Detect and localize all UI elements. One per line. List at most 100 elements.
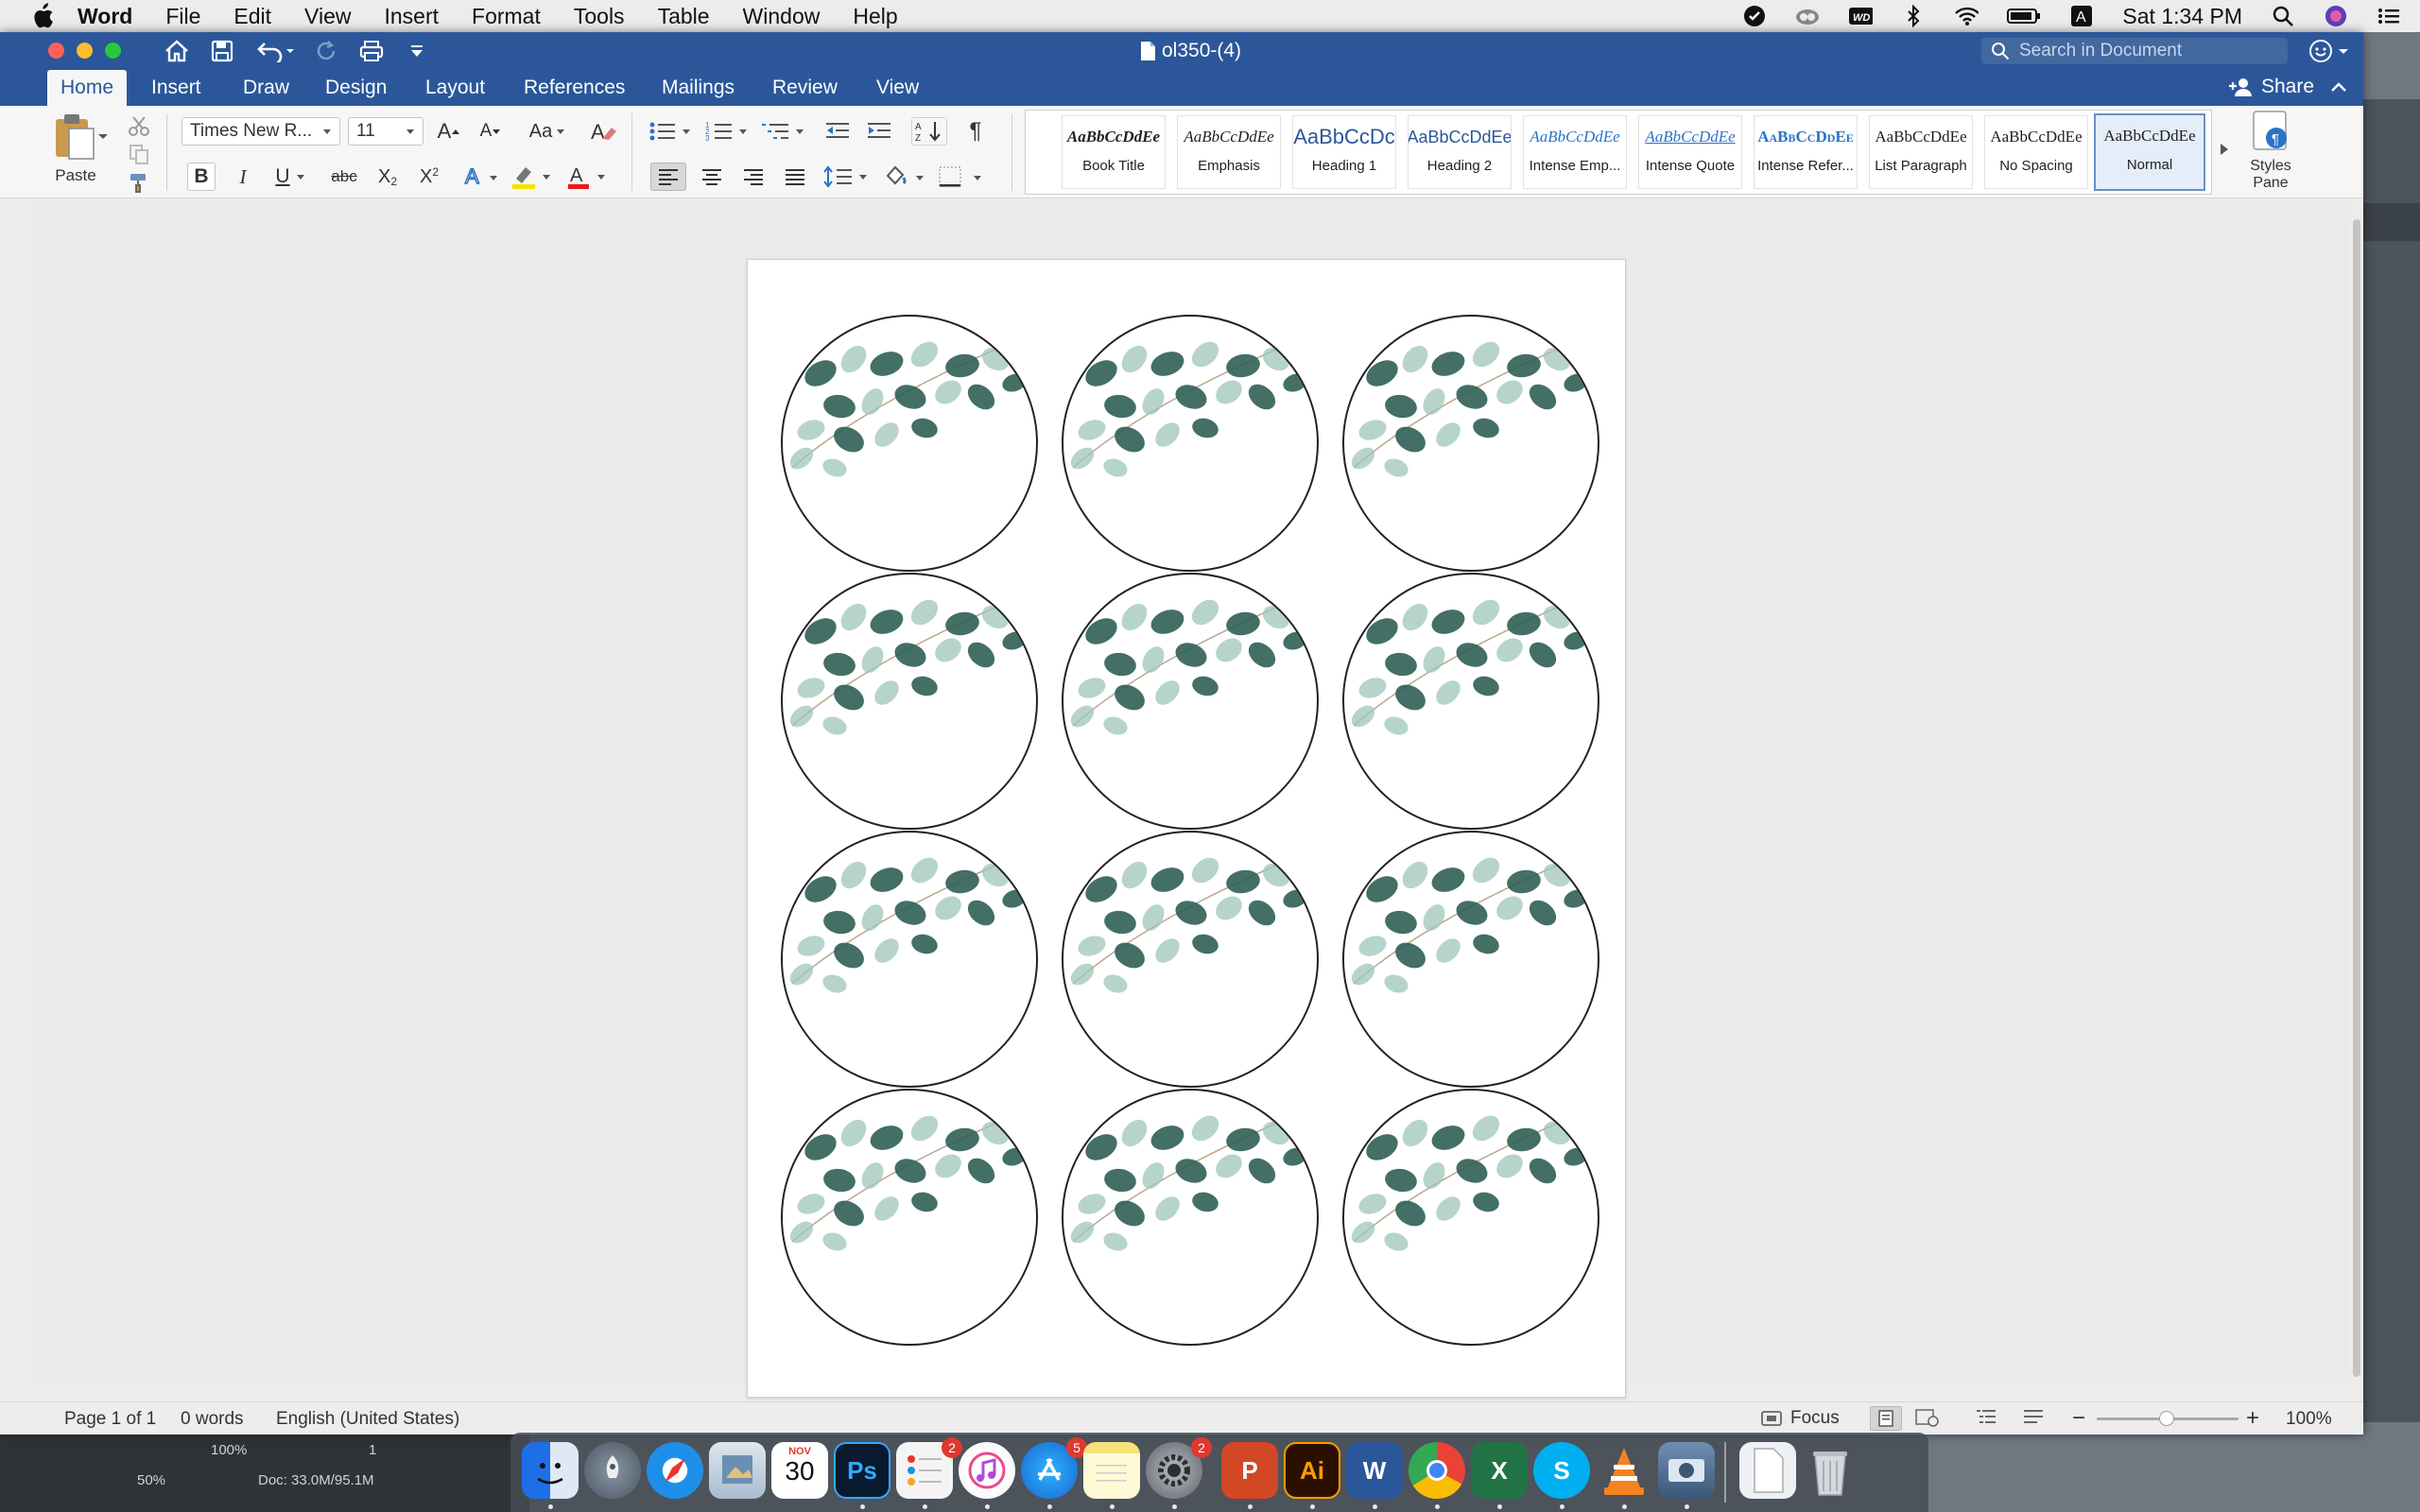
zoom-level[interactable]: 100%: [2286, 1409, 2332, 1430]
menu-format[interactable]: Format: [472, 4, 541, 29]
vertical-scrollbar[interactable]: [2352, 212, 2361, 1383]
numbering-icon[interactable]: 123: [703, 117, 754, 146]
copy-icon[interactable]: [125, 142, 153, 166]
creative-cloud-icon[interactable]: [1795, 4, 1820, 28]
zoom-out-icon[interactable]: −: [2072, 1405, 2085, 1432]
circle-label[interactable]: [1062, 573, 1319, 830]
preview-icon[interactable]: [709, 1442, 766, 1499]
outline-view-icon[interactable]: [1976, 1408, 1996, 1431]
sort-icon[interactable]: AZ: [911, 117, 947, 146]
bullets-icon[interactable]: [647, 117, 698, 146]
photoshop-icon[interactable]: Ps: [834, 1442, 890, 1499]
tab-insert[interactable]: Insert: [138, 70, 215, 106]
menu-table[interactable]: Table: [658, 4, 710, 29]
style-no-spacing[interactable]: AaBbCcDdEe No Spacing: [1984, 115, 2088, 189]
menu-help[interactable]: Help: [853, 4, 897, 29]
align-right-button[interactable]: [735, 163, 771, 191]
bold-button[interactable]: B: [187, 163, 216, 191]
style-normal[interactable]: AaBbCcDdEe Normal: [2094, 113, 2205, 191]
excel-icon[interactable]: X: [1471, 1442, 1528, 1499]
align-center-button[interactable]: [694, 163, 730, 191]
circle-label[interactable]: [1062, 1089, 1319, 1346]
style-intense-reference[interactable]: AaBbCcDdEe Intense Refer...: [1754, 115, 1858, 189]
document-stack-icon[interactable]: [1739, 1442, 1796, 1499]
battery-icon[interactable]: [2007, 4, 2041, 28]
chrome-icon[interactable]: [1409, 1442, 1465, 1499]
customize-toolbar-icon[interactable]: [403, 37, 431, 65]
tab-home[interactable]: Home: [47, 70, 128, 106]
circle-label[interactable]: [781, 573, 1038, 830]
menu-tools[interactable]: Tools: [574, 4, 625, 29]
tab-view[interactable]: View: [863, 70, 932, 106]
menu-view[interactable]: View: [304, 4, 351, 29]
search-input[interactable]: [2019, 41, 2274, 61]
style-intense-quote[interactable]: AaBbCcDdEe Intense Quote: [1638, 115, 1742, 189]
tab-layout[interactable]: Layout: [412, 70, 498, 106]
menu-window[interactable]: Window: [743, 4, 821, 29]
change-case-icon[interactable]: Aa: [522, 117, 573, 146]
language-indicator[interactable]: English (United States): [276, 1409, 459, 1430]
focus-mode-button[interactable]: Focus: [1760, 1408, 1840, 1429]
menu-insert[interactable]: Insert: [384, 4, 439, 29]
home-icon[interactable]: [163, 37, 191, 65]
font-size-dropdown[interactable]: 11: [348, 117, 424, 146]
menu-file[interactable]: File: [165, 4, 200, 29]
finder-icon[interactable]: [522, 1442, 579, 1499]
calendar-icon[interactable]: NOV 30: [771, 1442, 828, 1499]
vlc-icon[interactable]: [1596, 1442, 1652, 1499]
tab-mailings[interactable]: Mailings: [648, 70, 748, 106]
menubar-clock[interactable]: Sat 1:34 PM: [2122, 4, 2242, 29]
document-page[interactable]: [747, 259, 1626, 1398]
borders-icon[interactable]: [936, 163, 987, 191]
style-book-title[interactable]: AaBbCcDdEe Book Title: [1062, 115, 1166, 189]
illustrator-icon[interactable]: Ai: [1284, 1442, 1340, 1499]
wifi-icon[interactable]: [1954, 4, 1979, 28]
print-icon[interactable]: [357, 37, 386, 65]
siri-icon[interactable]: [2324, 4, 2348, 28]
increase-indent-icon[interactable]: [862, 117, 896, 146]
circle-label[interactable]: [1062, 315, 1319, 572]
style-intense-emphasis[interactable]: AaBbCcDdEe Intense Emp...: [1523, 115, 1627, 189]
circle-label[interactable]: [1342, 573, 1599, 830]
skype-icon[interactable]: S: [1533, 1442, 1590, 1499]
share-button[interactable]: Share: [2227, 76, 2348, 98]
tab-draw[interactable]: Draw: [230, 70, 302, 106]
launchpad-icon[interactable]: [584, 1442, 641, 1499]
cut-icon[interactable]: [125, 113, 153, 138]
checkmark-status-icon[interactable]: [1742, 4, 1767, 28]
styles-gallery-more-icon[interactable]: [2216, 138, 2233, 161]
style-heading-1[interactable]: AaBbCcDc Heading 1: [1292, 115, 1396, 189]
circle-label[interactable]: [1342, 831, 1599, 1088]
style-heading-2[interactable]: AaBbCcDdEe Heading 2: [1408, 115, 1512, 189]
paste-label[interactable]: Paste: [47, 166, 104, 185]
highlight-color-icon[interactable]: [510, 163, 554, 191]
circle-label[interactable]: [1342, 1089, 1599, 1346]
underline-button[interactable]: U: [270, 163, 310, 191]
justify-button[interactable]: [777, 163, 813, 191]
save-icon[interactable]: [208, 37, 236, 65]
zoom-slider[interactable]: [2097, 1408, 2238, 1429]
undo-icon[interactable]: [253, 37, 297, 65]
search-in-document[interactable]: [1981, 38, 2288, 64]
safari-icon[interactable]: [647, 1442, 703, 1499]
tab-references[interactable]: References: [510, 70, 638, 106]
multilevel-list-icon[interactable]: [760, 117, 811, 146]
line-spacing-icon[interactable]: [822, 163, 873, 191]
word-icon[interactable]: W: [1346, 1442, 1403, 1499]
input-source-icon[interactable]: A: [2069, 4, 2094, 28]
feedback-smiley-icon[interactable]: [2308, 38, 2356, 64]
shrink-font-icon[interactable]: A: [473, 117, 509, 146]
superscript-button[interactable]: X2: [412, 163, 446, 191]
menu-app-name[interactable]: Word: [78, 4, 132, 29]
minimize-window-button[interactable]: [77, 43, 93, 59]
tab-review[interactable]: Review: [759, 70, 851, 106]
itunes-icon[interactable]: [959, 1442, 1015, 1499]
web-layout-view-icon[interactable]: [1915, 1408, 1940, 1433]
styles-pane-button[interactable]: ¶ Styles Pane: [2240, 110, 2301, 195]
paste-icon[interactable]: [47, 112, 113, 161]
wd-drive-icon[interactable]: WD: [1848, 4, 1874, 28]
draft-view-icon[interactable]: [2023, 1408, 2044, 1431]
style-list-paragraph[interactable]: AaBbCcDdEe List Paragraph: [1869, 115, 1973, 189]
apple-menu-icon[interactable]: [28, 2, 57, 30]
image-capture-icon[interactable]: [1658, 1442, 1715, 1499]
